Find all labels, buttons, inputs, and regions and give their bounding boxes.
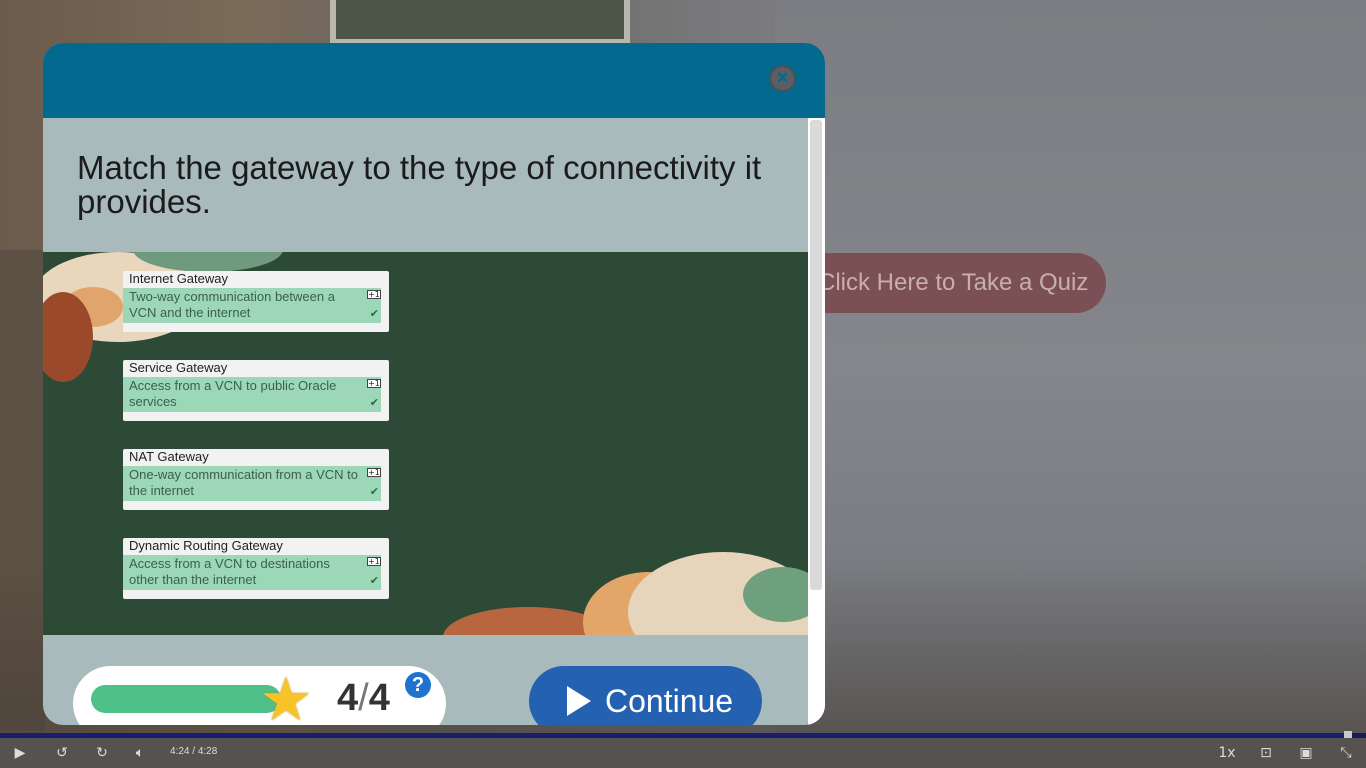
background-window <box>330 0 630 45</box>
check-icon: ✔ <box>369 485 379 498</box>
pair-answer[interactable]: One-way communication from a VCN to the … <box>123 466 381 501</box>
duration: 4:28 <box>197 746 218 757</box>
question-text: Match the gateway to the type of connect… <box>77 149 762 220</box>
quiz-modal: × Match the gateway to the type of conne… <box>43 43 825 725</box>
continue-button[interactable]: Continue <box>529 666 762 725</box>
pair-title: Service Gateway <box>129 360 228 375</box>
plus-one-badge: +1 <box>367 557 381 566</box>
score-value: 4 <box>337 677 359 719</box>
exit-fullscreen-icon[interactable]: ⤡ <box>1336 738 1356 768</box>
modal-scrollbar[interactable] <box>808 118 825 725</box>
rewind-10-icon[interactable]: ↺ <box>50 738 74 768</box>
pair-title: Dynamic Routing Gateway <box>129 538 283 553</box>
progress-fill <box>91 685 281 713</box>
current-time: 4:24 <box>170 746 190 757</box>
star-icon: ★ <box>259 665 313 725</box>
check-icon: ✔ <box>369 307 379 320</box>
play-icon[interactable]: ▶ <box>10 738 30 768</box>
take-quiz-button[interactable]: Click Here to Take a Quiz <box>790 253 1106 313</box>
forward-10-icon[interactable]: ↻ <box>90 738 114 768</box>
continue-label: Continue <box>605 683 734 719</box>
close-icon[interactable]: × <box>769 65 796 92</box>
score-progress: ★ 4/4 ? <box>73 666 446 725</box>
match-pair-internet-gateway[interactable]: Internet Gateway Two-way communication b… <box>123 271 389 332</box>
volume-icon[interactable]: 🔈︎ <box>130 738 150 768</box>
match-pair-nat-gateway[interactable]: NAT Gateway One-way communication from a… <box>123 449 389 510</box>
match-pair-dynamic-routing-gateway[interactable]: Dynamic Routing Gateway Access from a VC… <box>123 538 389 599</box>
captions-icon[interactable]: ⊡ <box>1256 738 1276 768</box>
play-icon <box>567 686 591 716</box>
plus-one-badge: +1 <box>367 468 381 477</box>
picture-in-picture-icon[interactable]: ▣ <box>1296 738 1316 768</box>
modal-header: × <box>43 43 825 118</box>
pair-answer[interactable]: Access from a VCN to destinations other … <box>123 555 381 590</box>
score-separator: / <box>358 677 369 719</box>
check-icon: ✔ <box>369 396 379 409</box>
progress-bar <box>91 685 281 713</box>
match-pair-service-gateway[interactable]: Service Gateway Access from a VCN to pub… <box>123 360 389 421</box>
check-icon: ✔ <box>369 574 379 587</box>
scrollbar-thumb[interactable] <box>810 120 822 590</box>
playback-speed-button[interactable]: 1x <box>1214 738 1240 768</box>
pair-title: Internet Gateway <box>129 271 228 286</box>
help-icon[interactable]: ? <box>405 672 431 698</box>
plus-one-badge: +1 <box>367 290 381 299</box>
player-controls: ▶ ↺ ↻ 🔈︎ 4:24 / 4:28 1x ⊡ ▣ ⤡ <box>0 738 1366 768</box>
plus-one-badge: +1 <box>367 379 381 388</box>
score-text: 4/4 <box>337 676 390 720</box>
matching-board: Internet Gateway Two-way communication b… <box>43 252 808 635</box>
score-total: 4 <box>368 677 390 719</box>
time-display: 4:24 / 4:28 <box>170 746 217 757</box>
pair-answer[interactable]: Two-way communication between a VCN and … <box>123 288 381 323</box>
pair-title: NAT Gateway <box>129 449 209 464</box>
pair-answer[interactable]: Access from a VCN to public Oracle servi… <box>123 377 381 412</box>
time-separator: / <box>192 746 196 757</box>
